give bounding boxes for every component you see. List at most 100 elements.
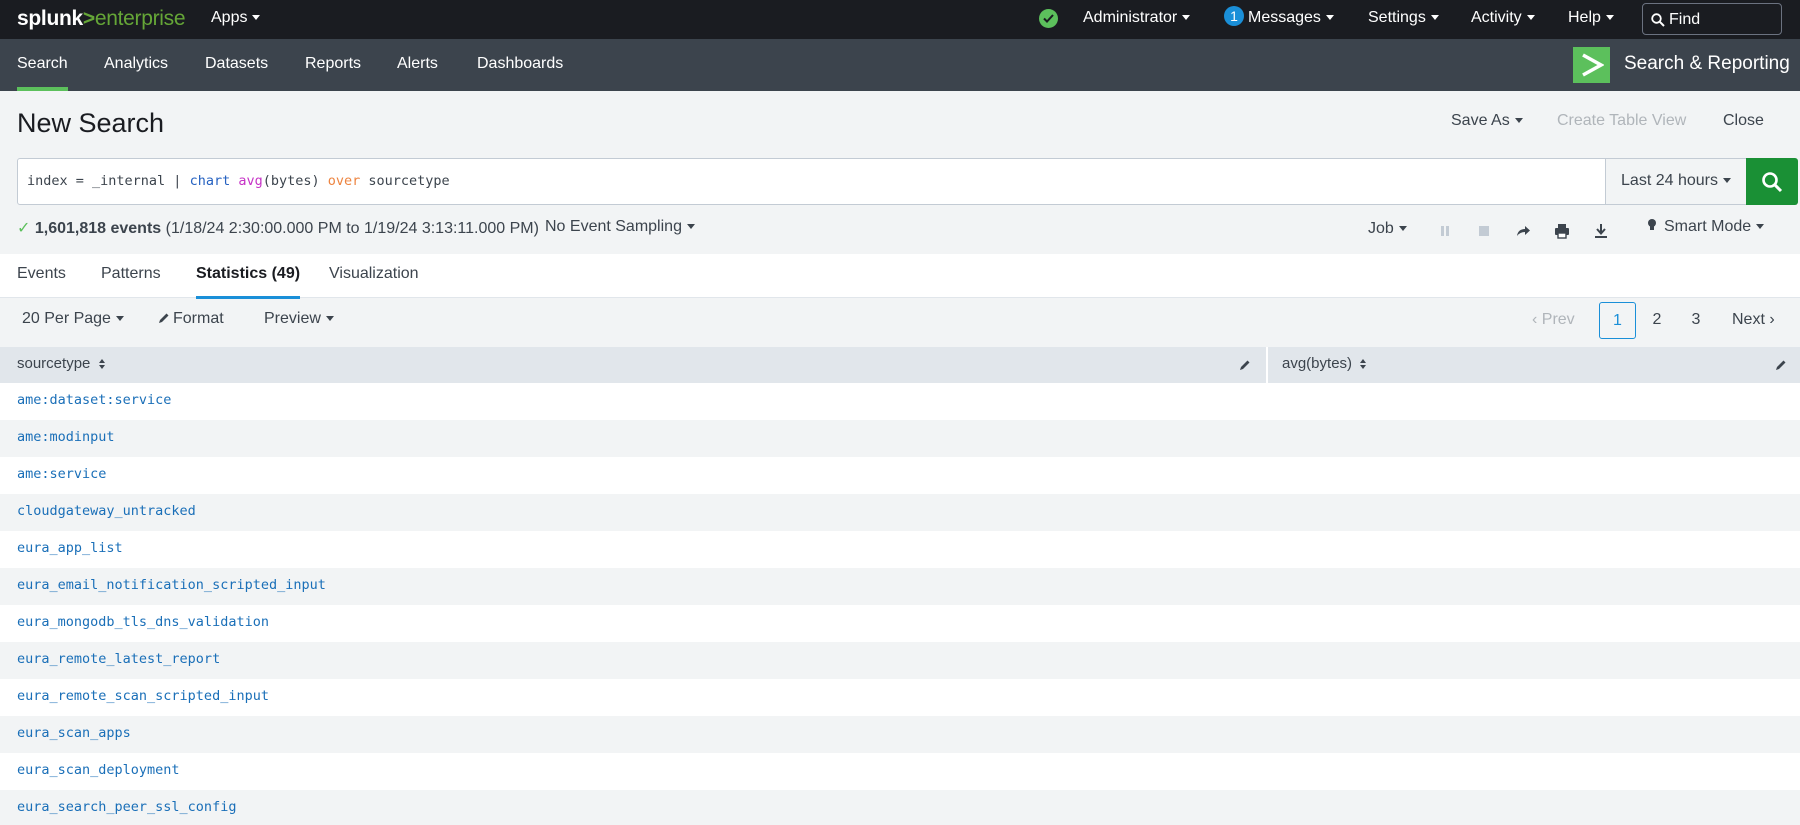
next-label: Next [1732,311,1765,328]
tab-visualization[interactable]: Visualization [329,254,419,298]
find-box[interactable] [1642,3,1782,35]
column-format-pencil-icon[interactable] [1774,358,1788,372]
caret-down-icon [115,316,124,322]
column-label: avg(bytes) [1282,355,1353,372]
search-query-input[interactable]: index = _internal | chart avg(bytes) ove… [27,173,450,189]
messages-count-badge: 1 [1224,6,1244,26]
nav-reports[interactable]: Reports [305,39,361,91]
logo-splunk-text: splunk [17,7,83,30]
time-span: (1/18/24 2:30:00.000 PM to 1/19/24 3:13:… [165,220,539,237]
job-label: Job [1368,220,1394,237]
messages-menu[interactable]: 1 Messages [1224,0,1334,39]
pagination-next[interactable]: Next › [1732,302,1775,339]
column-label: sourcetype [17,355,91,372]
logo-enterprise-text: enterprise [94,7,186,30]
sourcetype-cell[interactable]: eura_search_peer_ssl_config [17,799,236,815]
format-button[interactable]: Format [158,310,224,328]
close-link[interactable]: Close [1723,112,1764,130]
sourcetype-cell[interactable]: eura_remote_scan_scripted_input [17,688,269,704]
print-icon[interactable] [1553,222,1571,240]
sourcetype-cell[interactable]: eura_app_list [17,540,123,556]
table-row: eura_scan_deployment [0,753,1800,790]
caret-down-icon [1722,178,1731,184]
preview-menu[interactable]: Preview [264,310,334,328]
per-page-label: 20 Per Page [22,310,111,327]
table-row: cloudgateway_untracked [0,494,1800,531]
create-table-view-link: Create Table View [1557,112,1687,129]
time-range-label: Last 24 hours [1621,172,1718,189]
caret-down-icon [686,224,695,230]
time-range-picker[interactable]: Last 24 hours [1605,159,1746,204]
sourcetype-cell[interactable]: ame:service [17,466,106,482]
sourcetype-cell[interactable]: eura_remote_latest_report [17,651,220,667]
search-status: ✓ 1,601,818 events (1/18/24 2:30:00.000 … [17,218,539,238]
event-sampling-label: No Event Sampling [545,218,682,235]
find-input[interactable] [1669,8,1777,32]
activity-label: Activity [1471,9,1522,26]
caret-down-icon [1526,15,1535,21]
format-label: Format [173,310,224,327]
settings-menu[interactable]: Settings [1368,0,1439,39]
column-divider [1266,347,1268,383]
table-row: ame:service [0,457,1800,494]
caret-down-icon [252,15,261,21]
sourcetype-cell[interactable]: cloudgateway_untracked [17,503,196,519]
logo-gt-text: > [82,7,95,30]
tab-patterns[interactable]: Patterns [101,254,161,298]
table-header: sourcetype avg(bytes) [0,347,1800,383]
help-label: Help [1568,9,1601,26]
search-button[interactable] [1746,158,1798,205]
caret-down-icon [1605,15,1614,21]
nav-alerts[interactable]: Alerts [397,39,438,91]
search-bar[interactable]: index = _internal | chart avg(bytes) ove… [17,158,1798,205]
administrator-label: Administrator [1083,9,1178,26]
table-row: eura_remote_latest_report [0,642,1800,679]
pencil-icon [159,313,169,323]
administrator-menu[interactable]: Administrator [1083,0,1191,39]
sourcetype-cell[interactable]: eura_mongodb_tls_dns_validation [17,614,269,630]
sourcetype-cell[interactable]: eura_scan_deployment [17,762,180,778]
nav-search[interactable]: Search [17,39,68,91]
nav-dashboards[interactable]: Dashboards [477,39,563,91]
save-as-menu[interactable]: Save As [1451,112,1523,130]
pause-icon[interactable] [1436,222,1454,240]
sourcetype-cell[interactable]: eura_scan_apps [17,725,131,741]
help-menu[interactable]: Help [1568,0,1614,39]
nav-analytics[interactable]: Analytics [104,39,168,91]
caret-down-icon [1325,15,1334,21]
table-row: ame:modinput [0,420,1800,457]
share-icon[interactable] [1514,222,1532,240]
column-format-pencil-icon[interactable] [1238,358,1252,372]
search-mode-menu[interactable]: Smart Mode [1646,218,1765,236]
search-icon [1762,172,1783,193]
sourcetype-cell[interactable]: eura_email_notification_scripted_input [17,577,326,593]
sourcetype-cell[interactable]: ame:dataset:service [17,392,171,408]
per-page-menu[interactable]: 20 Per Page [22,310,124,328]
job-menu[interactable]: Job [1368,220,1407,238]
column-header-sourcetype[interactable]: sourcetype [17,347,106,383]
column-header-avg-bytes[interactable]: avg(bytes) [1282,347,1367,383]
stop-icon[interactable] [1475,222,1493,240]
tab-events[interactable]: Events [17,254,66,298]
app-logo-icon[interactable] [1573,47,1610,83]
tab-statistics[interactable]: Statistics (49) [196,254,301,299]
sourcetype-cell[interactable]: ame:modinput [17,429,115,445]
pagination-page-3[interactable]: 3 [1689,302,1703,339]
splunk-logo[interactable]: splunk>enterprise [17,7,186,31]
caret-down-icon [1514,118,1523,124]
nav-datasets[interactable]: Datasets [205,39,268,91]
app-title[interactable]: Search & Reporting [1624,39,1790,89]
pagination-page-1[interactable]: 1 [1599,302,1636,339]
page-title: New Search [17,108,165,138]
apps-menu[interactable]: Apps [211,0,261,39]
activity-menu[interactable]: Activity [1471,0,1535,39]
success-check-icon: ✓ [17,220,31,237]
event-sampling-menu[interactable]: No Event Sampling [545,218,695,236]
caret-down-icon [1398,226,1407,232]
messages-label: Messages [1248,9,1321,26]
download-icon[interactable] [1592,222,1610,240]
check-circle-icon[interactable] [1039,9,1058,28]
table-row: eura_app_list [0,531,1800,568]
search-icon [1651,13,1665,27]
pagination-page-2[interactable]: 2 [1650,302,1664,339]
